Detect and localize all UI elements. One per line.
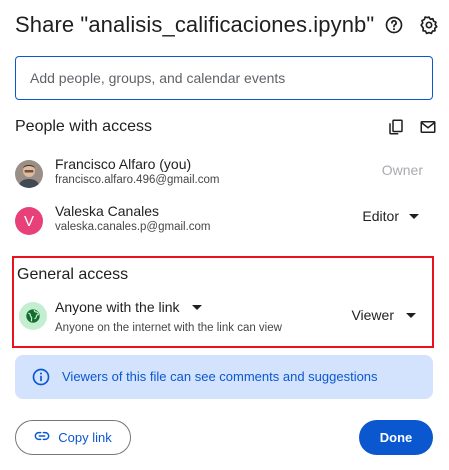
gear-icon[interactable] (419, 15, 439, 35)
chevron-down-icon (409, 213, 419, 219)
editor-role-dropdown[interactable]: Editor (362, 208, 419, 224)
avatar (15, 160, 43, 188)
person-name: Valeska Canales (55, 203, 160, 219)
add-people-input[interactable] (15, 56, 433, 100)
scope-label: Anyone with the link (55, 299, 180, 315)
general-access-role-dropdown[interactable]: Viewer (351, 307, 416, 323)
info-icon (31, 367, 51, 387)
person-email: valeska.canales.p@gmail.com (55, 221, 211, 233)
link-icon (34, 428, 50, 447)
info-banner: Viewers of this file can see comments an… (15, 355, 433, 399)
chevron-down-icon (191, 304, 202, 310)
copy-link-label: Copy link (58, 430, 112, 445)
done-button[interactable]: Done (359, 420, 433, 455)
copy-emails-icon[interactable] (387, 118, 405, 136)
avatar: V (15, 207, 43, 235)
copy-link-button[interactable]: Copy link (15, 420, 131, 455)
general-access-description: Anyone on the internet with the link can… (55, 322, 282, 334)
general-access-heading: General access (17, 266, 129, 283)
person-name: Francisco Alfaro (you) (55, 156, 192, 172)
person-row-owner: Francisco Alfaro (you) francisco.alfaro.… (15, 156, 433, 196)
email-icon[interactable] (419, 118, 437, 136)
globe-icon (19, 302, 47, 330)
dialog-title: Share "analisis_calificaciones.ipynb" (15, 12, 375, 37)
people-with-access-heading: People with access (15, 118, 152, 135)
chevron-down-icon (406, 312, 416, 318)
help-circle-icon[interactable] (384, 15, 404, 35)
info-text: Viewers of this file can see comments an… (62, 369, 378, 384)
role-label: Viewer (351, 307, 394, 323)
general-access-section: General access Anyone with the link Anyo… (12, 256, 434, 348)
person-row-editor: V Valeska Canales valeska.canales.p@gmai… (15, 203, 433, 243)
owner-label: Owner (381, 162, 423, 178)
general-access-scope-dropdown[interactable]: Anyone with the link (55, 299, 202, 315)
role-label: Editor (362, 208, 399, 224)
person-email: francisco.alfaro.496@gmail.com (55, 174, 220, 186)
